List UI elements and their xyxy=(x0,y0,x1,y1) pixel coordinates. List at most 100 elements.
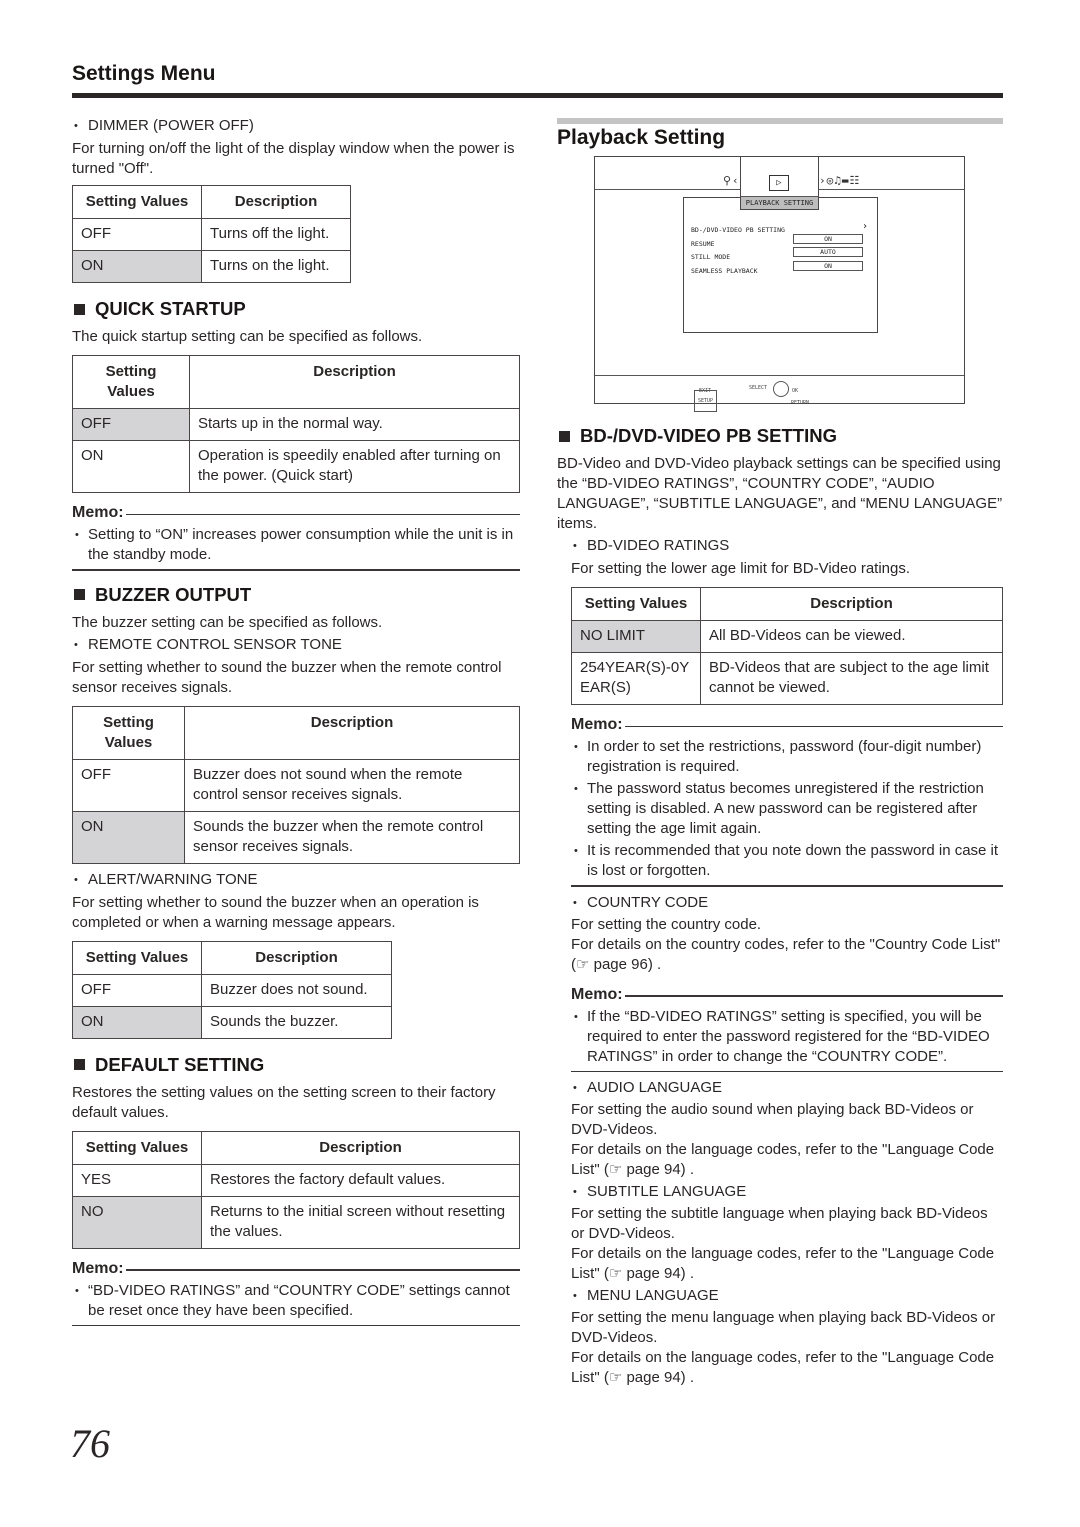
setting-desc: Turns off the light. xyxy=(201,218,351,251)
memo-item: Setting to “ON” increases power consumpt… xyxy=(72,525,520,565)
setting-desc: Operation is speedily enabled after turn… xyxy=(189,440,520,493)
quick-startup-memo: Memo: Setting to “ON” increases power co… xyxy=(72,503,520,571)
ratings-block: BD-VIDEO RATINGS For setting the lower a… xyxy=(557,536,1003,1388)
menu-language-ref: For details on the language codes, refer… xyxy=(571,1349,995,1386)
setting-value: NO LIMIT xyxy=(571,620,701,653)
memo-item: “BD-VIDEO RATINGS” and “COUNTRY CODE” se… xyxy=(72,1281,520,1321)
ratings-memo: Memo: In order to set the restrictions, … xyxy=(571,715,1003,887)
screen-row-value: ON xyxy=(793,234,863,244)
setting-value: OFF xyxy=(72,758,185,812)
default-setting-memo: Memo: “BD-VIDEO RATINGS” and “COUNTRY CO… xyxy=(72,1259,520,1326)
setting-desc: BD-Videos that are subject to the age li… xyxy=(700,652,1003,705)
section-rule xyxy=(557,118,1003,124)
memo-end-rule xyxy=(72,569,520,571)
subtitle-language-ref: For details on the language codes, refer… xyxy=(571,1245,995,1282)
memo-end-rule xyxy=(72,1324,520,1326)
section-title: BUZZER OUTPUT xyxy=(95,583,252,605)
screen-row-value: ON xyxy=(793,261,863,271)
page-number: 76 xyxy=(70,1421,110,1466)
remote-tone-table: Setting Values Description OFF Buzzer do… xyxy=(72,705,520,864)
memo-label: Memo: xyxy=(571,716,623,733)
memo-rule xyxy=(624,725,1003,728)
subtitle-language-desc: For setting the subtitle language when p… xyxy=(571,1205,988,1242)
quick-startup-desc: The quick startup setting can be specifi… xyxy=(72,328,423,345)
buzzer-output-heading: BUZZER OUTPUT xyxy=(72,583,520,605)
select-label: SELECT xyxy=(749,385,768,391)
square-bullet-icon xyxy=(559,430,570,442)
dimmer-label: DIMMER (POWER OFF) xyxy=(72,116,520,136)
menu-language-desc: For setting the menu language when playi… xyxy=(571,1309,996,1346)
setting-value: 254YEAR(S)-0YEAR(S) xyxy=(571,652,701,705)
table-header: Description xyxy=(189,355,520,409)
table-row: 254YEAR(S)-0YEAR(S) BD-Videos that are s… xyxy=(571,652,1003,705)
table-header: Setting Values xyxy=(72,1130,202,1165)
dpad-icon xyxy=(773,381,789,397)
ratings-label: BD-VIDEO RATINGS xyxy=(571,536,1003,556)
setting-value: OFF xyxy=(72,408,190,441)
left-column: DIMMER (POWER OFF) For turning on/off th… xyxy=(72,116,520,1326)
table-row: ON Turns on the light. xyxy=(72,250,351,283)
menu-language-label: MENU LANGUAGE xyxy=(571,1286,1003,1306)
table-row: OFF Starts up in the normal way. xyxy=(72,408,520,441)
memo-label: Memo: xyxy=(571,985,623,1003)
memo-end-rule xyxy=(571,885,1003,887)
screen-bottom-line xyxy=(595,375,964,376)
square-bullet-icon xyxy=(74,303,85,315)
header-rule xyxy=(72,93,1003,98)
section-title: BD-/DVD-VIDEO PB SETTING xyxy=(580,425,837,446)
remote-tone-label: REMOTE CONTROL SENSOR TONE xyxy=(72,635,520,655)
country-code-memo: Memo: If the “BD-VIDEO RATINGS” setting … xyxy=(571,985,1003,1072)
memo-item: If the “BD-VIDEO RATINGS” setting is spe… xyxy=(571,1007,1003,1067)
memo-rule xyxy=(624,995,1003,997)
subtitle-language-label: SUBTITLE LANGUAGE xyxy=(571,1182,1003,1202)
memo-rule xyxy=(125,513,520,516)
setting-value: OFF xyxy=(72,218,202,251)
setting-desc: Buzzer does not sound when the remote co… xyxy=(184,758,520,812)
default-setting-table: Setting Values Description YES Restores … xyxy=(72,1130,520,1249)
right-column: Playback Setting ⚲‹ ›◎♫▬☷ BD-/DVD-VIDEO … xyxy=(557,118,1003,1388)
playback-setting-tab: ▷ PLAYBACK SETTING xyxy=(740,156,819,210)
bd-dvd-desc: BD-Video and DVD-Video playback settings… xyxy=(557,455,1003,532)
memo-label: Memo: xyxy=(72,504,124,521)
playback-setting-screen: ⚲‹ ›◎♫▬☷ BD-/DVD-VIDEO PB SETTING › RESU… xyxy=(594,156,965,412)
setup-wrench-icon: ⚲‹ xyxy=(723,174,740,187)
dimmer-desc: For turning on/off the light of the disp… xyxy=(72,140,515,177)
ratings-table: Setting Values Description NO LIMIT All … xyxy=(571,587,1003,705)
setting-desc: Returns to the initial screen without re… xyxy=(201,1195,520,1249)
table-row: OFF Buzzer does not sound when the remot… xyxy=(72,758,520,812)
country-code-label: COUNTRY CODE xyxy=(571,893,1003,913)
ratings-desc: For setting the lower age limit for BD-V… xyxy=(571,560,911,577)
setting-value: ON xyxy=(72,250,202,283)
setting-value: NO xyxy=(72,1195,202,1249)
alert-tone-table: Setting Values Description OFF Buzzer do… xyxy=(72,940,392,1039)
playback-setting-title: Playback Setting xyxy=(557,126,726,149)
setting-value: ON xyxy=(72,1005,202,1039)
table-header: Setting Values xyxy=(72,355,190,409)
setting-value: ON xyxy=(72,810,185,864)
screen-row-label: SEAMLESS PLAYBACK xyxy=(691,267,758,275)
table-row: NO LIMIT All BD-Videos can be viewed. xyxy=(571,620,1003,653)
setup-button-label: SETUP xyxy=(694,390,718,412)
square-bullet-icon xyxy=(74,1059,85,1070)
square-bullet-icon xyxy=(74,589,85,600)
setting-desc: Sounds the buzzer. xyxy=(201,1005,392,1039)
return-label: RETURN xyxy=(791,400,810,406)
table-header: Setting Values xyxy=(72,185,202,219)
category-icons: ›◎♫▬☷ xyxy=(819,174,861,187)
setting-desc: Sounds the buzzer when the remote contro… xyxy=(184,810,520,864)
table-header: Description xyxy=(184,705,520,760)
audio-language-ref: For details on the language codes, refer… xyxy=(571,1141,995,1178)
default-setting-desc: Restores the setting values on the setti… xyxy=(72,1083,496,1121)
screen-row-value: AUTO xyxy=(793,247,863,257)
dimmer-table: Setting Values Description OFF Turns off… xyxy=(72,185,351,283)
section-title: DEFAULT SETTING xyxy=(95,1053,265,1075)
table-row: ON Operation is speedily enabled after t… xyxy=(72,440,520,493)
setting-desc: Buzzer does not sound. xyxy=(201,973,392,1007)
country-code-desc: For setting the country code. xyxy=(571,915,762,933)
table-header: Description xyxy=(700,587,1003,621)
memo-item: In order to set the restrictions, passwo… xyxy=(571,737,1003,777)
table-row: OFF Turns off the light. xyxy=(72,218,351,251)
table-row: YES Restores the factory default values. xyxy=(72,1163,520,1197)
table-header: Setting Values xyxy=(72,940,202,975)
table-row: NO Returns to the initial screen without… xyxy=(72,1195,520,1249)
